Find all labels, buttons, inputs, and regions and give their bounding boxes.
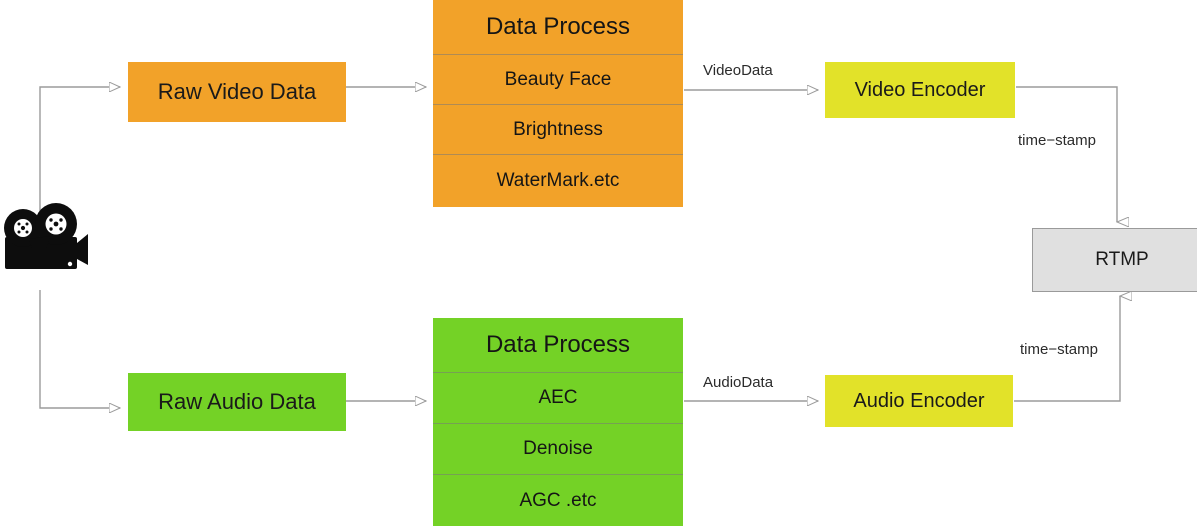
- node-video-encoder[interactable]: Video Encoder: [825, 62, 1015, 118]
- node-rtmp[interactable]: RTMP: [1032, 228, 1197, 292]
- video-process-step-watermark[interactable]: WaterMark.etc: [433, 155, 683, 207]
- node-video-encoder-label: Video Encoder: [854, 79, 986, 101]
- wire-camera-to-raw-video: [39, 87, 120, 212]
- edge-label-video-timestamp: time−stamp: [1018, 132, 1096, 149]
- node-audio-encoder[interactable]: Audio Encoder: [825, 375, 1013, 427]
- node-audio-encoder-label: Audio Encoder: [853, 390, 985, 412]
- audio-process-step-aec[interactable]: AEC: [433, 373, 683, 424]
- edge-label-video-data: VideoData: [703, 62, 773, 79]
- wire-video-encoder-to-rtmp: [1016, 86, 1117, 222]
- audio-data-process-block: Data Process AEC Denoise AGC .etc: [433, 318, 683, 526]
- video-process-step-beauty-face[interactable]: Beauty Face: [433, 55, 683, 105]
- audio-process-step-denoise[interactable]: Denoise: [433, 424, 683, 475]
- node-rtmp-label: RTMP: [1095, 248, 1149, 270]
- wire-camera-to-raw-audio: [39, 290, 120, 408]
- video-process-step-brightness[interactable]: Brightness: [433, 105, 683, 155]
- video-data-process-block: Data Process Beauty Face Brightness Wate…: [433, 0, 683, 207]
- edge-label-audio-timestamp: time−stamp: [1020, 341, 1098, 358]
- node-raw-video-data-label: Raw Video Data: [157, 78, 317, 104]
- audio-process-step-agc[interactable]: AGC .etc: [433, 475, 683, 526]
- node-raw-audio-data[interactable]: Raw Audio Data: [128, 373, 346, 431]
- movie-camera-icon: [2, 203, 88, 280]
- edge-label-audio-data: AudioData: [703, 374, 774, 391]
- video-data-process-title: Data Process: [433, 0, 683, 55]
- audio-data-process-title: Data Process: [433, 318, 683, 373]
- node-raw-audio-data-label: Raw Audio Data: [158, 388, 316, 414]
- node-raw-video-data[interactable]: Raw Video Data: [128, 62, 346, 122]
- diagram-canvas: Raw Video Data Raw Audio Data Data Proce…: [0, 0, 1197, 526]
